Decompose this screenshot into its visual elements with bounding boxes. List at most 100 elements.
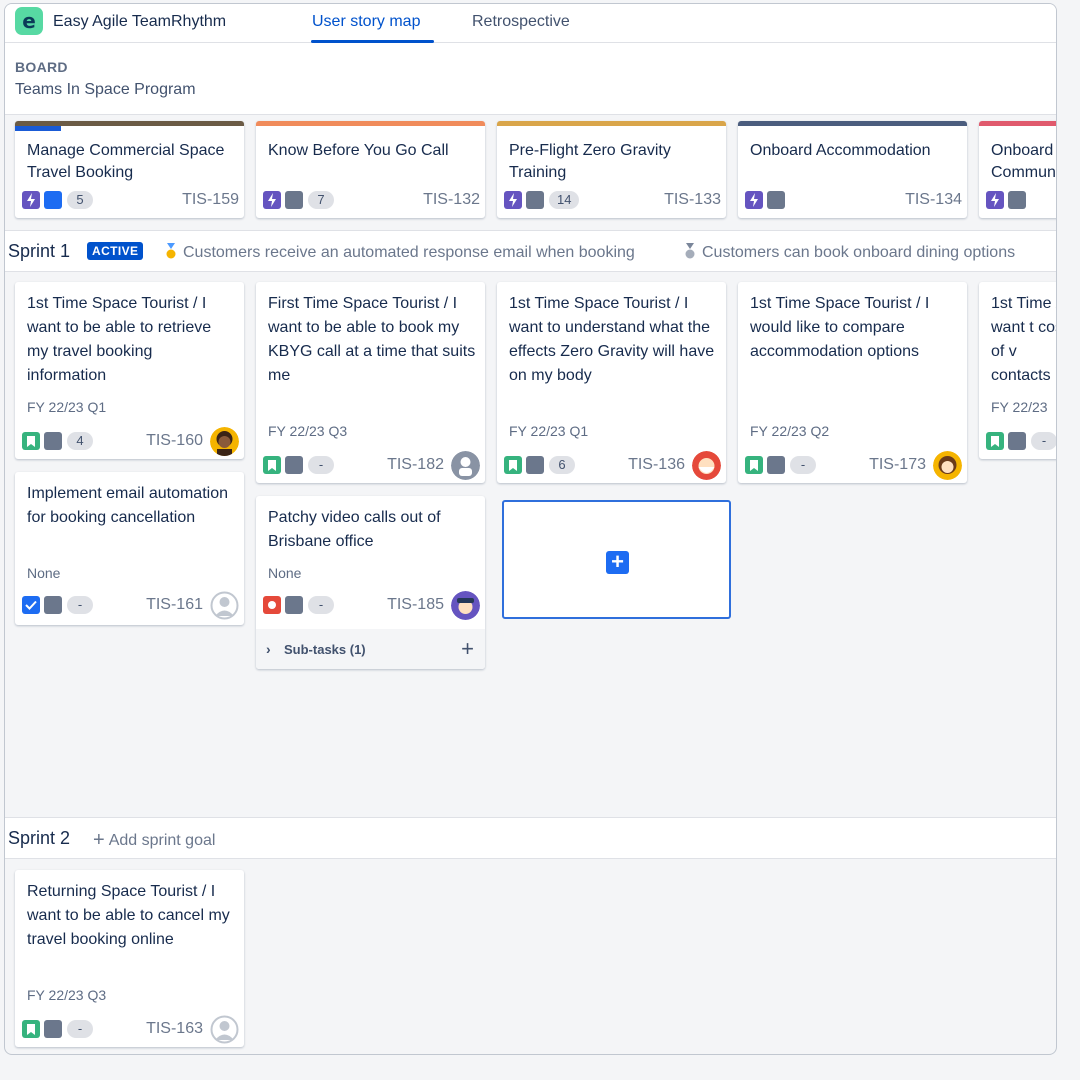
board-name[interactable]: Teams In Space Program <box>15 81 196 99</box>
card-fix-version: None <box>268 565 302 581</box>
card-title: 1st Time Space Tourist / I would like to… <box>750 295 930 360</box>
story-card[interactable]: 1st Time Space Tourist / I want to be ab… <box>15 282 244 459</box>
sprint-goal[interactable]: Customers can book onboard dining option… <box>684 243 1015 262</box>
issue-key[interactable]: TIS-136 <box>628 456 685 474</box>
card-footer: 6 TIS-136 <box>504 450 721 480</box>
card-title: Returning Space Tourist / I want to be a… <box>27 883 230 948</box>
status-icon <box>1008 432 1026 450</box>
card-footer: 4 TIS-160 <box>22 426 239 456</box>
bug-card[interactable]: Patchy video calls out of Brisbane offic… <box>256 496 485 669</box>
card-fix-version: FY 22/23 Q3 <box>268 423 348 439</box>
task-card[interactable]: Implement email automation for booking c… <box>15 472 244 625</box>
epic-key[interactable]: TIS-132 <box>423 191 480 209</box>
story-points: - <box>1031 432 1056 450</box>
story-type-icon <box>22 432 40 450</box>
card-fix-version: FY 22/23 Q1 <box>27 399 107 415</box>
status-icon <box>285 596 303 614</box>
epic-card[interactable]: Pre-Flight Zero Gravity Training 14 TIS-… <box>497 121 726 218</box>
status-icon <box>767 456 785 474</box>
epic-footer: TIS-134 <box>745 185 962 215</box>
story-card[interactable]: 1st Time Space Tourist / I want to under… <box>497 282 726 483</box>
sprint-name[interactable]: Sprint 2 <box>8 828 70 849</box>
epic-color-bar <box>256 121 485 126</box>
story-type-icon <box>263 456 281 474</box>
sprint-status-badge: ACTIVE <box>87 242 144 260</box>
epic-title: Onboard Accommodation <box>750 142 931 159</box>
add-card-button[interactable]: + <box>502 500 731 619</box>
issue-key[interactable]: TIS-182 <box>387 456 444 474</box>
epic-card[interactable]: Manage Commercial Space Travel Booking 5… <box>15 121 244 218</box>
tab-user-story-map[interactable]: User story map <box>312 13 420 31</box>
story-card[interactable]: 1st Time Space Tourist / I would like to… <box>738 282 967 483</box>
epic-footer <box>986 185 1056 215</box>
card-footer: - TIS-185 <box>263 590 480 620</box>
epic-title: Onboard Commun <box>991 142 1056 181</box>
issue-key[interactable]: TIS-160 <box>146 432 203 450</box>
story-points: - <box>67 596 93 614</box>
status-icon <box>44 191 62 209</box>
epic-key[interactable]: TIS-134 <box>905 191 962 209</box>
epic-color-bar <box>497 121 726 126</box>
epic-color-bar <box>979 121 1056 126</box>
story-points: 4 <box>67 432 93 450</box>
easy-agile-logo-icon[interactable]: e <box>15 7 43 35</box>
child-count: 14 <box>549 191 580 209</box>
add-subtask-icon[interactable]: + <box>461 636 474 662</box>
card-fix-version: FY 22/23 Q3 <box>27 987 107 1003</box>
card-fix-version: None <box>27 565 61 581</box>
status-icon <box>285 456 303 474</box>
issue-key[interactable]: TIS-161 <box>146 596 203 614</box>
task-checkbox-icon <box>22 596 40 614</box>
epic-type-icon <box>263 191 281 209</box>
epic-key[interactable]: TIS-133 <box>664 191 721 209</box>
unassigned-avatar[interactable] <box>210 591 239 620</box>
top-bar: e Easy Agile TeamRhythm User story map R… <box>5 4 1056 43</box>
add-sprint-goal-button[interactable]: + Add sprint goal <box>93 829 215 852</box>
story-card[interactable]: First Time Space Tourist / I want to be … <box>256 282 485 483</box>
subtasks-label: Sub-tasks (1) <box>284 642 366 657</box>
assignee-avatar[interactable] <box>692 451 721 480</box>
epic-card[interactable]: Onboard Accommodation TIS-134 <box>738 121 967 218</box>
child-count: 5 <box>67 191 93 209</box>
sprint-goal[interactable]: Customers receive an automated response … <box>165 243 635 262</box>
card-fix-version: FY 22/23 Q1 <box>509 423 589 439</box>
card-footer: - TIS-163 <box>22 1014 239 1044</box>
card-fix-version: FY 22/23 <box>991 399 1048 415</box>
silver-medal-icon <box>685 243 695 259</box>
story-points: - <box>790 456 816 474</box>
issue-key[interactable]: TIS-185 <box>387 596 444 614</box>
story-type-icon <box>504 456 522 474</box>
card-title: 1st Time Space Tourist / I want to be ab… <box>27 295 212 384</box>
assignee-avatar[interactable] <box>210 427 239 456</box>
unassigned-avatar[interactable] <box>210 1015 239 1044</box>
subtasks-toggle[interactable]: › Sub-tasks (1) + <box>256 629 485 669</box>
epic-card[interactable]: Know Before You Go Call 7 TIS-132 <box>256 121 485 218</box>
card-footer: - TIS-182 <box>263 450 480 480</box>
epic-card[interactable]: Onboard Commun <box>979 121 1056 218</box>
card-title: First Time Space Tourist / I want to be … <box>268 295 476 384</box>
epic-type-icon <box>745 191 763 209</box>
epic-title: Know Before You Go Call <box>268 142 449 159</box>
board-label: BOARD <box>15 59 68 75</box>
issue-key[interactable]: TIS-163 <box>146 1020 203 1038</box>
card-title: 1st Time Space Tourist / I want to under… <box>509 295 715 384</box>
status-icon <box>1008 191 1026 209</box>
sprint-name[interactable]: Sprint 1 <box>8 241 70 262</box>
board-header: BOARD Teams In Space Program <box>5 43 1056 115</box>
story-card[interactable]: Returning Space Tourist / I want to be a… <box>15 870 244 1047</box>
assignee-avatar[interactable] <box>451 591 480 620</box>
app-title: Easy Agile TeamRhythm <box>53 13 227 30</box>
status-icon <box>526 191 544 209</box>
story-type-icon <box>986 432 1004 450</box>
epic-key[interactable]: TIS-159 <box>182 191 239 209</box>
story-points: - <box>308 456 334 474</box>
issue-key[interactable]: TIS-173 <box>869 456 926 474</box>
card-footer: - TIS-161 <box>22 590 239 620</box>
status-icon <box>767 191 785 209</box>
tab-retrospective[interactable]: Retrospective <box>472 13 570 31</box>
story-card[interactable]: 1st Time / I want t cost of v contacts F… <box>979 282 1056 459</box>
status-icon <box>526 456 544 474</box>
bug-type-icon <box>263 596 281 614</box>
assignee-avatar[interactable] <box>933 451 962 480</box>
assignee-avatar[interactable] <box>451 451 480 480</box>
